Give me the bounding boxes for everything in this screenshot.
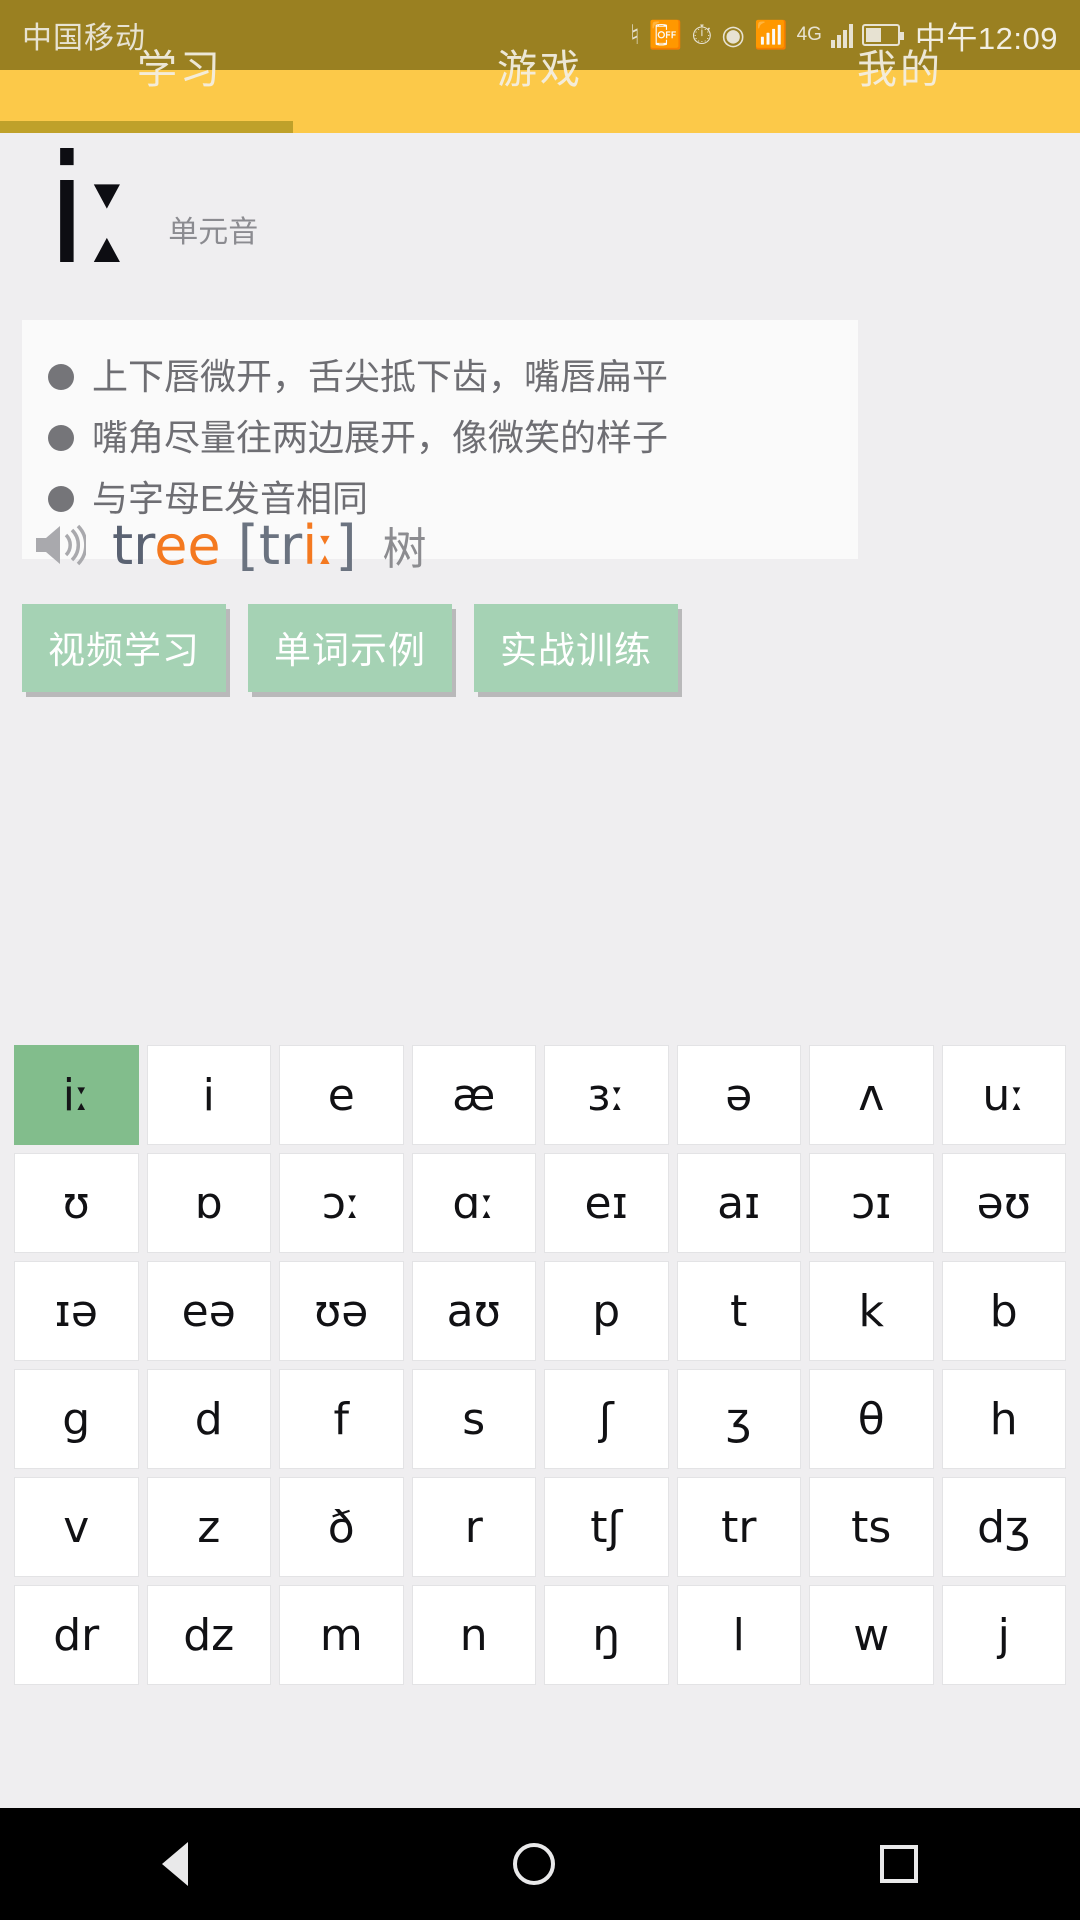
phonetic-cell-42[interactable]: m [279, 1585, 404, 1685]
phonetic-cell-7[interactable]: uː [941, 1045, 1066, 1145]
tab-mine-label: 我的 [857, 48, 943, 92]
phonetic-type-label: 单元音 [168, 216, 259, 249]
phonetic-cell-11[interactable]: ɑː [411, 1153, 536, 1253]
description-bullet-text: 上下唇微开，舌尖抵下齿，嘴唇扁平 [92, 356, 669, 397]
example-word-row: tree [triː] 树 [34, 513, 427, 577]
phonetic-cell-18[interactable]: ʊə [279, 1261, 404, 1361]
phonetic-cell-10[interactable]: ɔː [279, 1153, 404, 1253]
phonetic-cell-1[interactable]: i [146, 1045, 271, 1145]
phonetic-cell-23[interactable]: b [941, 1261, 1066, 1361]
example-word: tree [triː] [112, 514, 357, 577]
word-prefix: tr [112, 513, 155, 577]
phonetic-cell-25[interactable]: d [146, 1369, 271, 1469]
current-phonetic-symbol: iː [46, 124, 136, 298]
phonetic-cell-14[interactable]: ɔɪ [809, 1153, 934, 1253]
word-examples-button[interactable]: 单词示例 [248, 604, 452, 692]
phonetic-symbol-grid: iː i e æ ɜː ə ʌ uː ʊ ɒ ɔː ɑː eɪ aɪ ɔɪ əʊ ɪə eə ʊə aʊ p t k b g d f… [14, 1045, 1066, 1685]
tab-mine[interactable]: 我的 [720, 30, 1080, 102]
description-bullet: 嘴角尽量往两边展开，像微笑的样子 [48, 412, 832, 464]
bullet-dot-icon [48, 425, 74, 452]
description-bullet-text: 嘴角尽量往两边展开，像微笑的样子 [92, 417, 669, 459]
phonetic-cell-24[interactable]: g [14, 1369, 139, 1469]
phonetic-cell-5[interactable]: ə [676, 1045, 801, 1145]
app-screen: 中国移动 ♮ 📴 ⏱ ◉ 📶 4G 中午12:09 学习 游戏 我的 iː 单元… [0, 0, 1080, 1920]
phonetic-cell-37[interactable]: tr [676, 1477, 801, 1577]
phonetic-cell-40[interactable]: dr [14, 1585, 139, 1685]
phonetic-cell-29[interactable]: ʒ [676, 1369, 801, 1469]
phonetic-cell-47[interactable]: j [941, 1585, 1066, 1685]
phonetic-cell-27[interactable]: s [411, 1369, 536, 1469]
phonetic-cell-8[interactable]: ʊ [14, 1153, 139, 1253]
practice-training-button[interactable]: 实战训练 [474, 604, 678, 692]
phonetic-cell-20[interactable]: p [544, 1261, 669, 1361]
phonetic-cell-36[interactable]: tʃ [544, 1477, 669, 1577]
phonetic-cell-44[interactable]: ŋ [544, 1585, 669, 1685]
phonetic-open: [tr [220, 513, 303, 577]
word-translation: 树 [382, 525, 427, 574]
phonetic-cell-39[interactable]: dʒ [941, 1477, 1066, 1577]
tab-games[interactable]: 游戏 [360, 30, 720, 102]
phonetic-cell-3[interactable]: æ [411, 1045, 536, 1145]
phonetic-highlight: iː [302, 513, 336, 577]
phonetic-close: ] [335, 513, 357, 577]
phonetic-cell-21[interactable]: t [676, 1261, 801, 1361]
phonetic-cell-22[interactable]: k [809, 1261, 934, 1361]
home-icon[interactable] [512, 1843, 555, 1885]
phonetic-cell-43[interactable]: n [411, 1585, 536, 1685]
phonetic-cell-34[interactable]: ð [279, 1477, 404, 1577]
phonetic-cell-19[interactable]: aʊ [411, 1261, 536, 1361]
phonetic-cell-35[interactable]: r [411, 1477, 536, 1577]
phonetic-cell-38[interactable]: ts [809, 1477, 934, 1577]
speaker-icon[interactable] [34, 523, 86, 567]
phonetic-cell-30[interactable]: θ [809, 1369, 934, 1469]
bullet-dot-icon [48, 486, 74, 513]
phonetic-cell-41[interactable]: dz [146, 1585, 271, 1685]
bullet-dot-icon [48, 364, 74, 391]
action-button-row: 视频学习 单词示例 实战训练 [22, 604, 678, 692]
phonetic-cell-16[interactable]: ɪə [14, 1261, 139, 1361]
description-bullet: 上下唇微开，舌尖抵下齿，嘴唇扁平 [48, 351, 832, 403]
phonetic-cell-26[interactable]: f [279, 1369, 404, 1469]
phonetic-cell-33[interactable]: z [146, 1477, 271, 1577]
phonetic-cell-12[interactable]: eɪ [544, 1153, 669, 1253]
phonetic-cell-31[interactable]: h [941, 1369, 1066, 1469]
tab-list: 学习 游戏 我的 [0, 30, 1080, 102]
back-icon[interactable] [162, 1842, 189, 1886]
video-learning-button[interactable]: 视频学习 [22, 604, 226, 692]
active-tab-indicator [0, 121, 293, 133]
phonetic-cell-9[interactable]: ɒ [146, 1153, 271, 1253]
phonetic-cell-45[interactable]: l [676, 1585, 801, 1685]
tab-games-label: 游戏 [497, 48, 583, 92]
system-nav-bar [0, 1808, 1080, 1920]
phonetic-cell-46[interactable]: w [809, 1585, 934, 1685]
phonetic-cell-2[interactable]: e [279, 1045, 404, 1145]
phonetic-cell-28[interactable]: ʃ [544, 1369, 669, 1469]
phonetic-cell-6[interactable]: ʌ [809, 1045, 934, 1145]
recent-apps-icon[interactable] [879, 1845, 918, 1883]
phonetic-cell-32[interactable]: v [14, 1477, 139, 1577]
word-highlight: ee [154, 513, 221, 577]
phonetic-cell-13[interactable]: aɪ [676, 1153, 801, 1253]
phonetic-cell-17[interactable]: eə [146, 1261, 271, 1361]
tab-study-label: 学习 [137, 48, 223, 92]
phonetic-header: iː 单元音 [46, 124, 259, 298]
phonetic-cell-15[interactable]: əʊ [941, 1153, 1066, 1253]
phonetic-cell-4[interactable]: ɜː [544, 1045, 669, 1145]
phonetic-cell-0[interactable]: iː [14, 1045, 139, 1145]
tab-study[interactable]: 学习 [0, 30, 360, 102]
